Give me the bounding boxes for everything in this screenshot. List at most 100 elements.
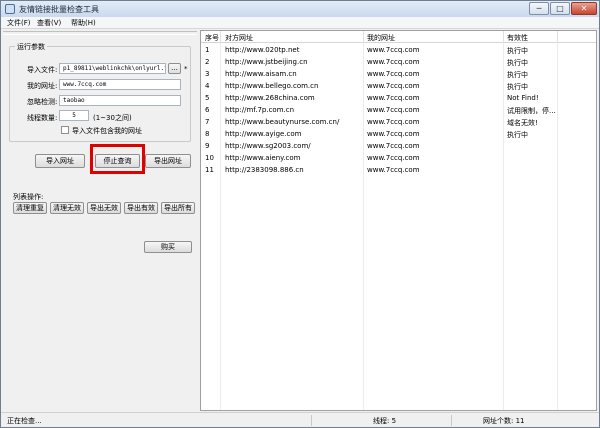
status-checking: 正在检查... [7,417,42,425]
col-separator [220,31,221,43]
cell-index: 3 [205,70,210,78]
results-table[interactable]: 序号 对方网址 我的网址 有效性 1 http://www.020tp.net ww… [200,30,597,411]
ignore-label: 忽略检测: [27,98,58,106]
my-site-label: 我的网址: [27,82,58,90]
menu-help[interactable]: 帮助(H) [71,18,96,28]
cell-validity: 执行中 [507,83,528,91]
table-row[interactable]: 1 http://www.020tp.net www.7ccq.com 执行中 [201,44,596,56]
highlight-box [90,144,145,174]
table-row[interactable]: 11 http://2383098.886.cn www.7ccq.com [201,164,596,176]
col-separator [363,31,364,43]
cell-validity: 执行中 [507,47,528,55]
cell-my-url: www.7ccq.com [367,130,420,138]
threads-hint: (1~30之间) [93,114,132,122]
cell-index: 2 [205,58,210,66]
table-row[interactable]: 6 http://mf.7p.com.cn www.7ccq.com 试用限制，停..… [201,104,596,116]
cell-my-url: www.7ccq.com [367,82,420,90]
export-all-button[interactable]: 导出所有 [161,202,195,214]
cell-index: 11 [205,166,214,174]
cell-my-url: www.7ccq.com [367,118,420,126]
status-separator [451,415,452,426]
export-valid-button[interactable]: 导出有效 [124,202,158,214]
required-mark: * [184,65,188,73]
cell-target-url: http://www.aisam.cn [225,70,297,78]
col-my-url[interactable]: 我的网址 [367,33,395,43]
table-row[interactable]: 3 http://www.aisam.cn www.7ccq.com 执行中 [201,68,596,80]
list-ops-title: 列表操作: [13,193,44,201]
cell-validity: Not Find! [507,94,539,102]
export-invalid-button[interactable]: 导出无效 [87,202,121,214]
table-row[interactable]: 8 http://www.ayige.com www.7ccq.com 执行中 [201,128,596,140]
cell-target-url: http://mf.7p.com.cn [225,106,295,114]
col-index[interactable]: 序号 [205,33,219,43]
cell-target-url: http://www.bellego.com.cn [225,82,319,90]
cell-target-url: http://2383098.886.cn [225,166,304,174]
cell-my-url: www.7ccq.com [367,46,420,54]
minimize-button[interactable]: ─ [529,2,549,15]
cell-my-url: www.7ccq.com [367,70,420,78]
cell-my-url: www.7ccq.com [367,94,420,102]
table-row[interactable]: 2 http://www.jstbeijing.cn www.7ccq.com 执行中 [201,56,596,68]
status-url-count: 网址个数: 11 [483,417,525,425]
dedupe-button[interactable]: 清理重复 [13,202,47,214]
cell-my-url: www.7ccq.com [367,166,420,174]
cell-my-url: www.7ccq.com [367,106,420,114]
include-my-site-label: 导入文件包含我的网址 [72,127,142,135]
maximize-button[interactable]: □ [550,2,570,15]
table-row[interactable]: 4 http://www.bellego.com.cn www.7ccq.com 执行… [201,80,596,92]
cell-target-url: http://www.268china.com [225,94,315,102]
panel-splitter[interactable] [3,31,197,35]
import-file-field[interactable]: p1_89811\weblinkchk\onlyurl.txt [59,63,166,74]
ignore-field[interactable]: taobao [59,95,181,106]
col-separator [503,31,504,43]
cell-target-url: http://www.aieny.com [225,154,301,162]
cell-index: 9 [205,142,210,150]
cell-index: 4 [205,82,210,90]
cell-my-url: www.7ccq.com [367,58,420,66]
title-bar[interactable]: 友情链接批量检查工具 ─ □ ✕ [1,1,599,17]
export-urls-button[interactable]: 导出网址 [145,154,191,168]
close-button[interactable]: ✕ [571,2,597,15]
menu-bar: 文件(F) 查看(V) 帮助(H) [1,17,599,29]
cell-validity: 执行中 [507,131,528,139]
my-site-field[interactable]: www.7ccq.com [59,79,181,90]
table-row[interactable]: 5 http://www.268china.com www.7ccq.com Not … [201,92,596,104]
cell-index: 8 [205,130,210,138]
cell-target-url: http://www.020tp.net [225,46,300,54]
params-group-title: 运行参数 [15,42,47,52]
menu-view[interactable]: 查看(V) [37,18,61,28]
cell-validity: 域名无效! [507,119,538,127]
cell-target-url: http://www.jstbeijing.cn [225,58,308,66]
table-row[interactable]: 10 http://www.aieny.com www.7ccq.com [201,152,596,164]
cell-validity: 执行中 [507,59,528,67]
include-my-site-checkbox[interactable] [61,126,69,134]
cell-target-url: http://www.sg2003.com/ [225,142,311,150]
col-separator [557,31,558,43]
table-row[interactable]: 7 http://www.beautynurse.com.cn/www.7ccq.… [201,116,596,128]
col-validity[interactable]: 有效性 [507,33,528,43]
table-row[interactable]: 9 http://www.sg2003.com/www.7ccq.com [201,140,596,152]
cell-validity: 试用限制，停... [507,107,556,115]
cell-my-url: www.7ccq.com [367,154,420,162]
main-window: 友情链接批量检查工具 ─ □ ✕ 文件(F) 查看(V) 帮助(H) 运行参数 … [0,0,600,428]
clean-invalid-button[interactable]: 清理无效 [50,202,84,214]
cell-index: 6 [205,106,210,114]
threads-label: 线程数量: [27,114,58,122]
browse-button[interactable]: ... [168,63,181,74]
cell-my-url: www.7ccq.com [367,142,420,150]
import-urls-button[interactable]: 导入网址 [35,154,85,168]
col-target-url[interactable]: 对方网址 [225,33,253,43]
import-file-label: 导入文件: [27,66,58,74]
cell-index: 5 [205,94,210,102]
buy-button[interactable]: 购买 [144,241,192,253]
cell-index: 1 [205,46,210,54]
status-threads: 线程: 5 [373,417,397,425]
status-bar: 正在检查... 线程: 5 网址个数: 11 [1,412,599,427]
menu-file[interactable]: 文件(F) [7,18,31,28]
window-title: 友情链接批量检查工具 [19,5,99,14]
status-separator [311,415,312,426]
threads-field[interactable]: 5 [59,110,89,121]
cell-index: 7 [205,118,210,126]
app-icon [5,4,15,14]
cell-target-url: http://www.beautynurse.com.cn/ [225,118,340,126]
